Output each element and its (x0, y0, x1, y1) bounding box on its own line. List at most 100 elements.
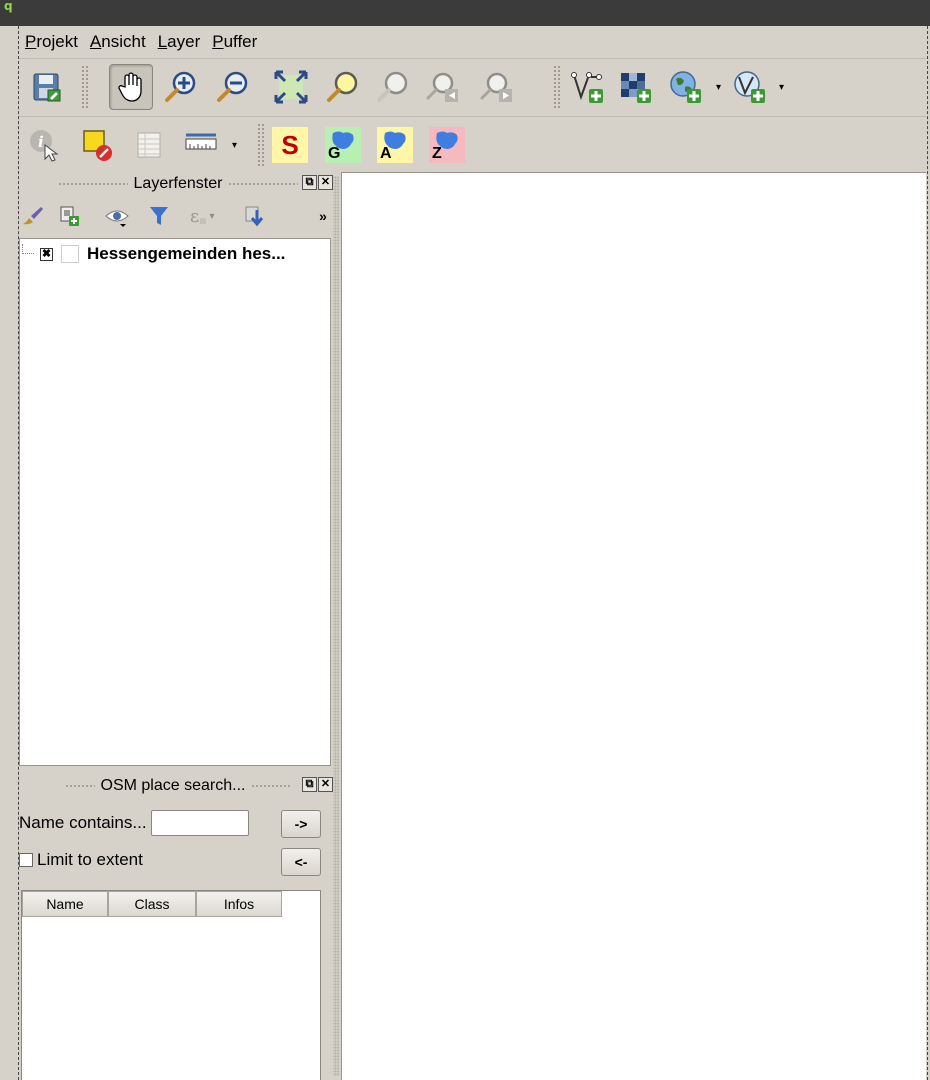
osm-panel-titlebar[interactable]: OSM place search... (19, 774, 337, 798)
plugin-a-button[interactable]: A (373, 122, 417, 168)
pan-map-button[interactable] (109, 64, 153, 110)
layer-tree: ✖ Hessengemeinden hes... (19, 238, 331, 766)
plugin-g-button[interactable]: G (321, 122, 365, 168)
add-wfs-layer-button[interactable] (727, 64, 771, 110)
column-header-name[interactable]: Name (22, 891, 108, 917)
layer-row[interactable]: ✖ Hessengemeinden hes... (22, 243, 285, 265)
tree-branch (22, 244, 34, 254)
paintbrush-icon (23, 207, 43, 225)
add-group-icon (60, 206, 79, 226)
toolbar-grip[interactable] (81, 65, 89, 109)
save-project-button[interactable] (25, 64, 69, 110)
zoom-next-icon (480, 72, 512, 102)
zoom-to-selection-button[interactable] (321, 64, 365, 110)
zoom-last-icon (426, 72, 458, 102)
filter-legend-button[interactable] (145, 202, 173, 230)
add-vector-layer-icon (571, 72, 603, 103)
name-contains-label: Name contains... (19, 813, 147, 832)
plugin-z-button[interactable]: Z (425, 122, 469, 168)
deselect-features-button[interactable] (75, 122, 119, 168)
grip-dots (228, 182, 299, 186)
expression-dropdown-arrow[interactable]: ▾ (205, 202, 219, 230)
close-panel-button[interactable]: ✕ (318, 777, 333, 792)
plugin-s-button[interactable]: S (268, 122, 312, 168)
plugin-a-bg: A (377, 127, 413, 163)
menu-ansicht[interactable]: Ansicht (84, 32, 152, 52)
wfs-dropdown-arrow[interactable]: ▾ (779, 83, 789, 93)
attribute-table-button[interactable] (127, 122, 171, 168)
expand-all-button[interactable] (241, 202, 269, 230)
layer-panel-controls: ⧉ ✕ (302, 175, 333, 190)
measure-dropdown-arrow[interactable]: ▾ (232, 141, 242, 151)
eye-icon (105, 210, 129, 227)
column-header-infos[interactable]: Infos (196, 891, 282, 917)
layer-panel-titlebar[interactable]: Layerfenster (19, 172, 337, 196)
osm-panel-controls: ⧉ ✕ (302, 777, 333, 792)
grip-dots (57, 182, 128, 186)
menubar: Projekt Ansicht Layer Puffer (19, 26, 926, 58)
attributes-toolbar: i ▾ S G A Z (19, 116, 926, 172)
back-button[interactable]: <- (281, 848, 321, 876)
attribute-table-icon (137, 132, 161, 158)
name-search-input[interactable] (150, 810, 249, 836)
layer-panel: Layerfenster ⧉ ✕ ε ▾ » ✖ Hessengemeinden… (19, 172, 337, 766)
visibility-button[interactable] (103, 202, 131, 230)
pan-hand-icon (118, 72, 142, 102)
filter-icon (150, 207, 168, 225)
deselect-features-icon (83, 130, 112, 161)
menu-layer[interactable]: Layer (152, 32, 207, 52)
map-canvas[interactable] (341, 172, 926, 1080)
add-group-button[interactable] (55, 202, 83, 230)
float-panel-button[interactable]: ⧉ (302, 777, 317, 792)
name-search-row: Name contains... (19, 810, 249, 836)
svg-text:q: q (4, 0, 13, 13)
add-vector-layer-button[interactable] (565, 64, 609, 110)
plugin-z-label: Z (432, 145, 442, 162)
save-project-icon (33, 73, 61, 102)
plugin-g-label: G (328, 145, 341, 162)
identify-features-button[interactable]: i (23, 122, 67, 168)
layer-panel-toolbar: ε ▾ » (19, 200, 337, 232)
layer-name[interactable]: Hessengemeinden hes... (87, 244, 285, 264)
float-panel-button[interactable]: ⧉ (302, 175, 317, 190)
plugin-a-label: A (380, 145, 392, 162)
measure-line-button[interactable] (179, 122, 223, 168)
menu-puffer[interactable]: Puffer (206, 32, 263, 52)
panel-splitter[interactable] (333, 176, 339, 1076)
wms-dropdown-arrow[interactable]: ▾ (716, 83, 726, 93)
close-panel-button[interactable]: ✕ (318, 175, 333, 190)
qgis-logo-icon: q (4, 0, 13, 13)
osm-results-table: Name Class Infos (21, 890, 321, 1080)
layer-panel-title: Layerfenster (133, 175, 223, 192)
layer-visibility-checkbox[interactable]: ✖ (40, 247, 53, 261)
osm-panel-title: OSM place search... (100, 777, 246, 794)
zoom-out-icon (217, 71, 248, 102)
menu-projekt[interactable]: Projekt (19, 32, 84, 52)
zoom-in-button[interactable] (159, 64, 203, 110)
search-go-button[interactable]: -> (281, 810, 321, 838)
add-raster-layer-icon (621, 73, 651, 103)
zoom-to-layer-icon (377, 71, 408, 102)
zoom-full-icon (274, 70, 308, 104)
plugin-s-label: S (281, 129, 299, 160)
column-header-class[interactable]: Class (108, 891, 196, 917)
plugin-s-bg: S (272, 127, 308, 163)
add-wms-layer-icon (670, 71, 701, 103)
add-raster-layer-button[interactable] (613, 64, 657, 110)
zoom-in-icon (165, 71, 196, 102)
toolbar-grip[interactable] (553, 65, 561, 109)
zoom-last-button[interactable] (421, 64, 465, 110)
zoom-next-button[interactable] (475, 64, 519, 110)
limit-extent-label[interactable]: Limit to extent (37, 850, 143, 870)
svg-text:ε: ε (190, 206, 199, 227)
zoom-out-button[interactable] (211, 64, 255, 110)
plugin-g-bg: G (325, 127, 361, 163)
add-wms-layer-button[interactable] (663, 64, 707, 110)
expand-all-icon (245, 206, 264, 227)
style-manager-button[interactable] (19, 202, 47, 230)
limit-extent-checkbox[interactable] (19, 853, 33, 867)
zoom-to-layer-button[interactable] (371, 64, 415, 110)
plugin-z-bg: Z (429, 127, 465, 163)
zoom-full-button[interactable] (269, 64, 313, 110)
toolbar-grip[interactable] (257, 123, 265, 167)
